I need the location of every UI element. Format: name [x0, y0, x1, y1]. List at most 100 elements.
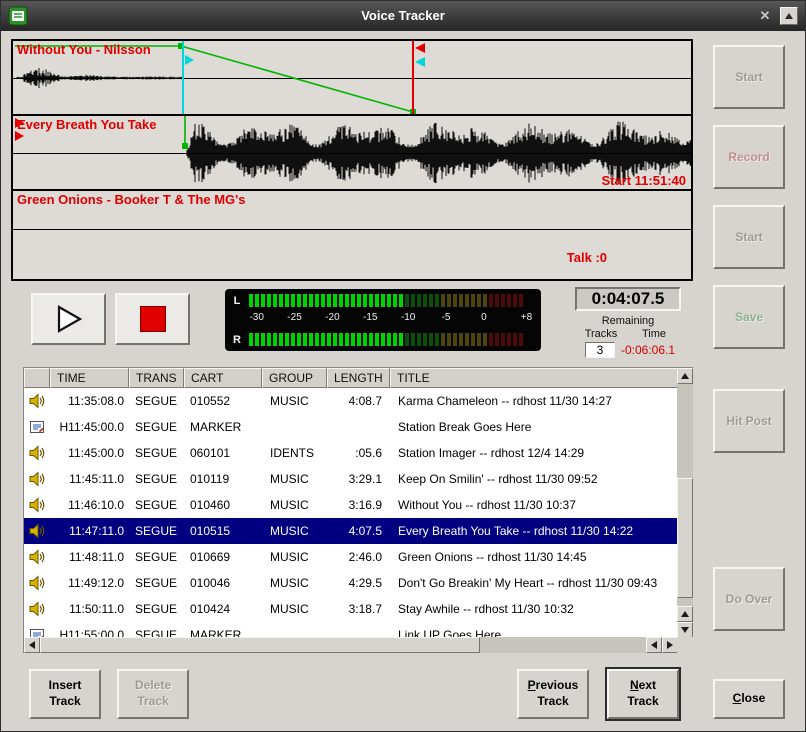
cell-title: Every Breath You Take -- rdhost 11/30 14… [390, 524, 678, 538]
vu-scale-label: -30 [249, 312, 263, 323]
column-header-length[interactable]: LENGTH [327, 368, 390, 388]
insert-track-button[interactable]: Insert Track [29, 669, 101, 719]
previous-track-button[interactable]: Previous Track [517, 669, 589, 719]
voice-tracker-window: Voice Tracker ✕ Without You - Nilsson [0, 0, 806, 732]
log-row[interactable]: 11:50:11.0SEGUE010424MUSIC3:18.7Stay Awh… [24, 596, 678, 622]
close-icon[interactable]: ✕ [757, 8, 773, 24]
log-row[interactable]: 11:46:10.0SEGUE010460MUSIC3:16.9Without … [24, 492, 678, 518]
scroll-right-button[interactable] [662, 637, 678, 653]
scrollbar-corner [677, 637, 693, 653]
column-header-group[interactable]: GROUP [262, 368, 327, 388]
remaining-time-label: Time [627, 328, 681, 340]
cell-icon [24, 575, 50, 591]
side-button-start[interactable]: Start [713, 45, 785, 109]
track3-talk-counter: Talk :0 [567, 250, 607, 265]
button-line: Track [137, 694, 168, 710]
log-row[interactable]: H11:45:00.0SEGUEMARKERStation Break Goes… [24, 414, 678, 440]
next-track-button[interactable]: Next Track [607, 669, 679, 719]
scroll-left-button[interactable] [24, 637, 40, 653]
fade-down-line[interactable] [181, 46, 413, 112]
left-channel-label: L [230, 295, 244, 307]
log-row[interactable]: 11:45:11.0SEGUE010119MUSIC3:29.1Keep On … [24, 466, 678, 492]
scroll-left-button[interactable] [646, 637, 662, 653]
side-button-do-over[interactable]: Do Over [713, 567, 785, 631]
left-arrow-icon [29, 641, 35, 649]
horizontal-scroll-thumb[interactable] [40, 637, 480, 653]
up-arrow-icon [681, 373, 689, 379]
column-header-cart[interactable]: CART [184, 368, 262, 388]
scroll-up-button[interactable] [677, 606, 693, 622]
vu-meter: L -30-25-20-15-10-50+8 R [225, 289, 541, 351]
stop-icon [140, 306, 166, 332]
speaker-icon [29, 497, 45, 513]
log-table: TIMETRANSCARTGROUPLENGTHTITLE 11:35:08.0… [23, 367, 693, 653]
titlebar[interactable]: Voice Tracker ✕ [1, 1, 805, 31]
scroll-down-button[interactable] [677, 622, 693, 638]
cell-trans: SEGUE [129, 498, 184, 512]
close-button[interactable]: Close [713, 679, 785, 719]
column-header-trans[interactable]: TRANS [129, 368, 184, 388]
cell-length: :05.6 [327, 446, 390, 460]
track-3[interactable]: Green Onions - Booker T & The MG's Talk … [13, 191, 691, 275]
remaining-panel: Remaining Tracks Time 3 -0:06:06.1 [575, 315, 681, 358]
cell-length: 4:07.5 [327, 524, 390, 538]
segue-marker-handle[interactable] [185, 55, 194, 65]
vu-right-bar [249, 333, 535, 346]
log-row[interactable]: H11:55:00.0SEGUEMARKERLink UP Goes Here [24, 622, 678, 638]
log-row[interactable]: 11:48:11.0SEGUE010669MUSIC2:46.0Green On… [24, 544, 678, 570]
speaker-icon [29, 523, 45, 539]
voice-start-handle[interactable] [182, 143, 188, 149]
vertical-scroll-thumb[interactable] [677, 478, 693, 598]
track-1[interactable]: Without You - Nilsson [13, 41, 691, 116]
cell-trans: SEGUE [129, 576, 184, 590]
cell-time: 11:48:11.0 [50, 550, 129, 564]
vertical-scrollbar[interactable] [677, 368, 693, 638]
speaker-icon [29, 601, 45, 617]
window-title: Voice Tracker [1, 8, 805, 23]
side-button-start[interactable]: Start [713, 205, 785, 269]
segue-end-handle[interactable] [415, 57, 425, 67]
vu-scale-label: -10 [401, 312, 415, 323]
cell-group: MUSIC [262, 472, 327, 486]
log-row[interactable]: 11:47:11.0SEGUE010515MUSIC4:07.5Every Br… [24, 518, 678, 544]
cell-time: 11:47:11.0 [50, 524, 129, 538]
track3-zero-line [13, 229, 691, 230]
cell-trans: SEGUE [129, 446, 184, 460]
side-button-hit-post[interactable]: Hit Post [713, 389, 785, 453]
track1-title: Without You - Nilsson [17, 42, 151, 57]
log-row[interactable]: 11:35:08.0SEGUE010552MUSIC4:08.7Karma Ch… [24, 388, 678, 414]
stop-button[interactable] [115, 293, 190, 345]
shade-icon[interactable] [780, 7, 798, 25]
log-row[interactable]: 11:49:12.0SEGUE010046MUSIC4:29.5Don't Go… [24, 570, 678, 596]
side-button-save[interactable]: Save [713, 285, 785, 349]
column-header-title[interactable]: TITLE [390, 368, 678, 388]
cell-cart: 060101 [184, 446, 262, 460]
side-button-record[interactable]: Record [713, 125, 785, 189]
end-marker-handle[interactable] [415, 43, 425, 53]
delete-track-button[interactable]: Delete Track [117, 669, 189, 719]
cell-icon [24, 523, 50, 539]
play-icon [54, 304, 84, 334]
cell-cart: 010424 [184, 602, 262, 616]
vu-scale-label: +8 [521, 312, 532, 323]
cell-icon [24, 445, 50, 461]
log-body: 11:35:08.0SEGUE010552MUSIC4:08.7Karma Ch… [24, 388, 678, 638]
speaker-icon [29, 393, 45, 409]
vu-scale-label: -15 [363, 312, 377, 323]
cell-cart: 010552 [184, 394, 262, 408]
column-header-icon[interactable] [24, 368, 50, 388]
log-row[interactable]: 11:45:00.0SEGUE060101IDENTS:05.6Station … [24, 440, 678, 466]
cell-group: MUSIC [262, 524, 327, 538]
cell-icon [24, 419, 50, 435]
vu-scale-label: -5 [442, 312, 451, 323]
cell-title: Stay Awhile -- rdhost 11/30 10:32 [390, 602, 678, 616]
scroll-up-button[interactable] [677, 368, 693, 384]
button-line: Previous [528, 678, 579, 694]
play-button[interactable] [31, 293, 106, 345]
column-header-time[interactable]: TIME [50, 368, 129, 388]
track-start-marker[interactable] [15, 131, 24, 141]
track-2[interactable]: Every Breath You Take Start 11:51:40 [13, 116, 691, 191]
horizontal-scrollbar[interactable] [24, 637, 678, 653]
button-line: Track [537, 694, 568, 710]
waveform-panel[interactable]: Without You - Nilsson Every Breath You T… [11, 39, 693, 281]
